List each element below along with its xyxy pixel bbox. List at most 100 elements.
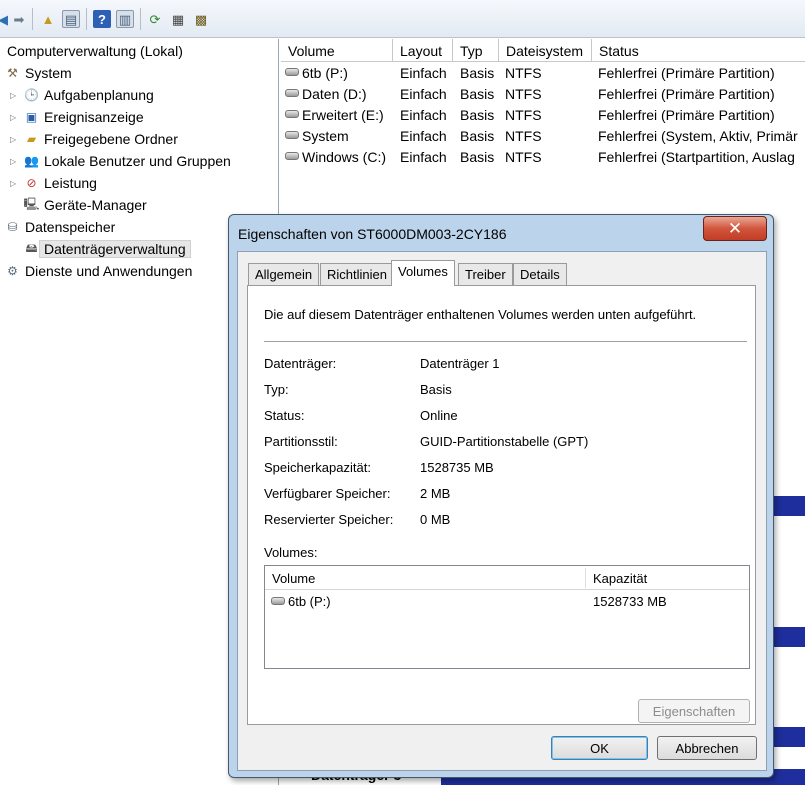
tree-item-aufgabenplanung[interactable]: ▷ 🕒 Aufgabenplanung — [10, 84, 154, 106]
volume-row[interactable]: 6tb (P:) Einfach Basis NTFS Fehlerfrei (… — [281, 63, 805, 84]
tree-item-ereignisanzeige[interactable]: ▷ ▣ Ereignisanzeige — [10, 106, 144, 128]
toolbar-separator — [32, 8, 33, 30]
tree-item-datentraegerverwaltung[interactable]: 🖴 Datenträgerverwaltung — [23, 238, 191, 260]
volume-status: Fehlerfrei (System, Aktiv, Primär — [598, 128, 798, 144]
show-hide-tree-icon[interactable]: ▤ — [62, 10, 80, 28]
volumes-table-header: Volume Kapazität — [265, 566, 749, 590]
volume-layout: Einfach — [400, 86, 447, 102]
property-value: Datenträger 1 — [420, 356, 500, 371]
expand-arrow-icon[interactable]: ▷ — [10, 113, 20, 122]
dialog-body: Allgemein Richtlinien Volumes Treiber De… — [237, 251, 767, 771]
properties-icon[interactable]: ▦ — [169, 10, 187, 28]
tree-item-datenspeicher[interactable]: ⛁ Datenspeicher — [4, 216, 115, 238]
volume-list-header: Volume Layout Typ Dateisystem Status — [281, 39, 805, 62]
performance-icon: ⊘ — [26, 176, 37, 190]
tools-icon: ⚒ — [7, 66, 18, 80]
volume-status: Fehlerfrei (Primäre Partition) — [598, 86, 775, 102]
tree-item-geraete-manager[interactable]: 🖳 Geräte-Manager — [23, 194, 146, 216]
help-topic-icon[interactable]: ▩ — [192, 10, 210, 28]
expand-arrow-icon[interactable]: ▷ — [10, 157, 20, 166]
property-label: Verfügbarer Speicher: — [264, 486, 391, 501]
volume-name: System — [302, 128, 349, 144]
volume-icon — [285, 110, 299, 119]
volume-status: Fehlerfrei (Primäre Partition) — [598, 65, 775, 81]
tree-item-leistung[interactable]: ▷ ⊘ Leistung — [10, 172, 97, 194]
tree-item-label: System — [25, 65, 72, 81]
volume-name: Daten (D:) — [302, 86, 367, 102]
tab-richtlinien[interactable]: Richtlinien — [320, 263, 394, 285]
volume-icon — [271, 596, 285, 605]
property-value: 1528735 MB — [420, 460, 494, 475]
volume-typ: Basis — [460, 86, 495, 102]
table-row[interactable]: 6tb (P:) 1528733 MB — [265, 592, 749, 612]
toolbar-separator — [86, 8, 87, 30]
volume-name: 6tb (P:) — [288, 594, 331, 609]
tree-item-label: Datenspeicher — [25, 219, 116, 235]
volume-typ: Basis — [460, 149, 495, 165]
volume-name: Windows (C:) — [302, 149, 387, 165]
volume-fs: NTFS — [505, 107, 542, 123]
tab-details[interactable]: Details — [513, 263, 567, 285]
property-value: Basis — [420, 382, 452, 397]
volume-row[interactable]: System Einfach Basis NTFS Fehlerfrei (Sy… — [281, 126, 805, 147]
tree-item-system[interactable]: ⚒ System — [4, 62, 72, 84]
toolbar-separator — [140, 8, 141, 30]
tab-treiber[interactable]: Treiber — [458, 263, 513, 285]
eigenschaften-button[interactable]: Eigenschaften — [638, 699, 750, 723]
device-manager-icon: 🖳 — [23, 196, 40, 211]
volume-fs: NTFS — [505, 86, 542, 102]
close-button[interactable]: ✕ — [703, 216, 767, 241]
volume-row[interactable]: Windows (C:) Einfach Basis NTFS Fehlerfr… — [281, 147, 805, 168]
expand-arrow-icon[interactable]: ▷ — [10, 91, 20, 100]
tab-allgemein[interactable]: Allgemein — [248, 263, 320, 285]
volume-layout: Einfach — [400, 65, 447, 81]
tree-item-freigegebene-ordner[interactable]: ▷ ▰ Freigegebene Ordner — [10, 128, 178, 150]
shared-folder-icon: ▰ — [26, 132, 37, 146]
volume-status: Fehlerfrei (Startpartition, Auslag — [598, 149, 795, 165]
property-value: 2 MB — [420, 486, 451, 501]
tree-item-label: Datenträgerverwaltung — [39, 240, 191, 258]
tree-item-label: Dienste und Anwendungen — [25, 263, 193, 279]
volume-fs: NTFS — [505, 65, 542, 81]
column-header-volume[interactable]: Volume — [272, 571, 315, 586]
column-header-typ[interactable]: Typ — [453, 39, 499, 62]
property-value: Online — [420, 408, 458, 423]
description-text: Die auf diesem Datenträger enthaltenen V… — [264, 307, 697, 322]
tree-item-lokale-benutzer[interactable]: ▷ 👥 Lokale Benutzer und Gruppen — [10, 150, 231, 172]
forward-icon[interactable]: ➡ — [10, 10, 28, 28]
column-header-dateisystem[interactable]: Dateisystem — [499, 39, 592, 62]
tree-item-label: Lokale Benutzer und Gruppen — [44, 153, 231, 169]
up-folder-icon[interactable]: ▲ — [39, 10, 57, 28]
volume-icon — [285, 89, 299, 98]
column-header-kapazitaet[interactable]: Kapazität — [593, 571, 647, 586]
column-header-layout[interactable]: Layout — [393, 39, 453, 62]
disk-management-icon: 🖴 — [25, 240, 38, 255]
ok-button[interactable]: OK — [551, 736, 648, 760]
volume-typ: Basis — [460, 107, 495, 123]
tab-volumes[interactable]: Volumes — [391, 260, 455, 286]
expand-arrow-icon[interactable]: ▷ — [10, 179, 20, 188]
column-divider — [585, 568, 586, 588]
abbrechen-button[interactable]: Abbrechen — [657, 736, 757, 760]
column-header-volume[interactable]: Volume — [281, 39, 393, 62]
users-icon: 👥 — [24, 154, 39, 168]
property-value: 0 MB — [420, 512, 451, 527]
property-label: Datenträger: — [264, 356, 337, 371]
refresh-icon[interactable]: ⟳ — [146, 10, 164, 28]
volume-typ: Basis — [460, 65, 495, 81]
tree-item-label: Leistung — [44, 175, 97, 191]
volume-icon — [285, 131, 299, 140]
column-header-status[interactable]: Status — [592, 39, 805, 62]
services-icon: ⚙ — [7, 264, 18, 278]
volume-icon — [285, 68, 299, 77]
event-viewer-icon: ▣ — [25, 110, 38, 124]
expand-arrow-icon[interactable]: ▷ — [10, 135, 20, 144]
volume-layout: Einfach — [400, 107, 447, 123]
tree-item-dienste[interactable]: ⚙ Dienste und Anwendungen — [4, 260, 192, 282]
show-hide-action-pane-icon[interactable]: ▥ — [116, 10, 134, 28]
tree-item-root[interactable]: Computerverwaltung (Lokal) — [7, 40, 183, 62]
volume-row[interactable]: Daten (D:) Einfach Basis NTFS Fehlerfrei… — [281, 84, 805, 105]
properties-dialog: Eigenschaften von ST6000DM003-2CY186 ✕ A… — [228, 214, 774, 778]
help-icon[interactable]: ? — [93, 10, 111, 28]
volume-row[interactable]: Erweitert (E:) Einfach Basis NTFS Fehler… — [281, 105, 805, 126]
